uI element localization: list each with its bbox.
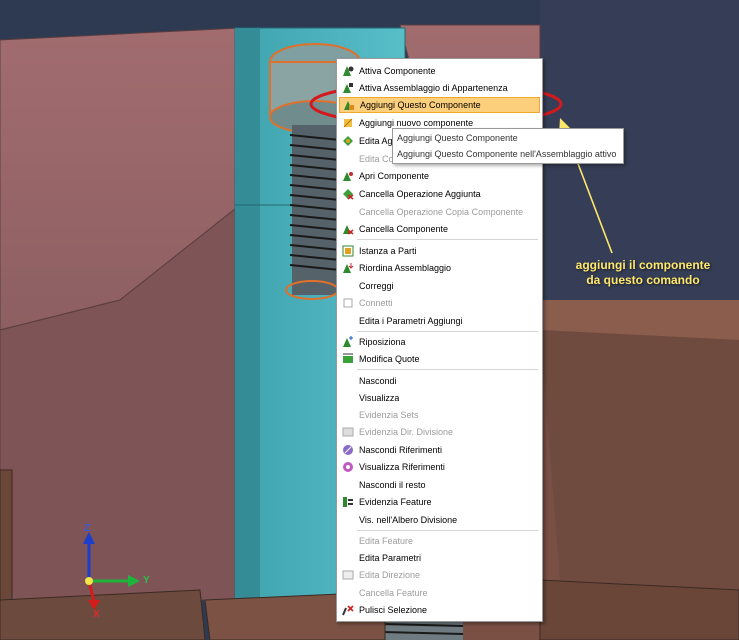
submenu-item-add-to-active-assembly[interactable]: Aggiungi Questo Componente nell'Assembla…: [397, 147, 616, 161]
menu-item-correct[interactable]: Correggi: [339, 278, 540, 294]
cancel-add-icon: [341, 187, 355, 201]
open-component-icon: [341, 169, 355, 183]
menu-item-highlight-split-direction[interactable]: Evidenzia Dir. Divisione: [339, 424, 540, 440]
instance-to-parts-icon: [341, 244, 355, 258]
axis-origin: [85, 577, 93, 585]
modify-dimensions-icon: [341, 352, 355, 366]
annotation-line-1: aggiungi il componente: [575, 258, 711, 272]
menu-item-show-in-split-tree[interactable]: Vis. nell'Albero Divisione: [339, 512, 540, 528]
menu-item-modify-dimensions[interactable]: Modifica Quote: [339, 351, 540, 367]
split-direction-icon: [341, 425, 355, 439]
menu-item-highlight-feature[interactable]: Evidenzia Feature: [339, 494, 540, 510]
part-side-wall: [540, 330, 739, 600]
menu-item-delete-component[interactable]: Cancella Componente: [339, 221, 540, 237]
menu-item-cancel-copy-operation[interactable]: Cancella Operazione Copia Componente: [339, 204, 540, 220]
menu-item-hide-rest[interactable]: Nascondi il resto: [339, 477, 540, 493]
y-axis-label: Y: [143, 575, 150, 586]
menu-item-edit-direction[interactable]: Edita Direzione: [339, 567, 540, 583]
menu-item-open-component[interactable]: Apri Componente: [339, 168, 540, 184]
menu-item-edit-parameters[interactable]: Edita Parametri: [339, 550, 540, 566]
menu-item-edit-feature[interactable]: Edita Feature: [339, 533, 540, 549]
part-pillar: [0, 469, 13, 601]
z-axis-label: Z: [84, 523, 91, 534]
menu-item-show[interactable]: Visualizza: [339, 390, 540, 406]
new-component-icon: [341, 116, 355, 130]
menu-item-activate-component[interactable]: Attiva Componente: [339, 63, 540, 79]
reposition-icon: [341, 335, 355, 349]
show-references-icon: [341, 460, 355, 474]
submenu-item-add-this-component[interactable]: Aggiungi Questo Componente: [397, 131, 518, 145]
menu-item-hide[interactable]: Nascondi: [339, 373, 540, 389]
menu-item-reposition[interactable]: Riposiziona: [339, 334, 540, 350]
menu-item-highlight-sets[interactable]: Evidenzia Sets: [339, 407, 540, 423]
menu-separator: [357, 239, 538, 240]
menu-item-show-references[interactable]: Visualizza Riferimenti: [339, 459, 540, 475]
highlight-feature-icon: [341, 495, 355, 509]
menu-item-activate-parent-assembly[interactable]: Attiva Assemblaggio di Appartenenza: [339, 80, 540, 96]
hide-references-icon: [341, 443, 355, 457]
add-component-icon: [342, 98, 356, 112]
edit-add-icon: [341, 134, 355, 148]
menu-item-connect[interactable]: Connetti: [339, 295, 540, 311]
menu-item-reorder-assembly[interactable]: Riordina Assemblaggio: [339, 260, 540, 276]
menu-item-hide-references[interactable]: Nascondi Riferimenti: [339, 442, 540, 458]
menu-item-add-this-component[interactable]: Aggiungi Questo Componente: [339, 97, 540, 113]
activate-component-icon: [341, 64, 355, 78]
delete-component-icon: [341, 222, 355, 236]
part-bottom-right: [539, 579, 739, 640]
menu-item-clear-selection[interactable]: Pulisci Selezione: [339, 602, 540, 618]
cyan-block-side: [235, 28, 260, 600]
menu-separator: [357, 530, 538, 531]
menu-item-delete-feature[interactable]: Cancella Feature: [339, 585, 540, 601]
annotation-text: aggiungi il componente da questo comando: [548, 258, 738, 288]
menu-separator: [357, 369, 538, 370]
annotation-line-2: da questo comando: [586, 273, 700, 287]
reorder-assembly-icon: [341, 261, 355, 275]
menu-separator: [357, 331, 538, 332]
x-axis-label: X: [93, 609, 100, 620]
menu-item-cancel-add-operation[interactable]: Cancella Operazione Aggiunta: [339, 186, 540, 202]
menu-item-instance-to-parts[interactable]: Istanza a Parti: [339, 243, 540, 259]
add-component-submenu: Aggiungi Questo Componente Aggiungi Ques…: [392, 128, 624, 164]
activate-parent-assembly-icon: [341, 81, 355, 95]
edit-direction-icon: [341, 568, 355, 582]
menu-item-edit-add-parameters[interactable]: Edita i Parametri Aggiungi: [339, 313, 540, 329]
clear-selection-icon: [341, 603, 355, 617]
connect-icon: [341, 296, 355, 310]
